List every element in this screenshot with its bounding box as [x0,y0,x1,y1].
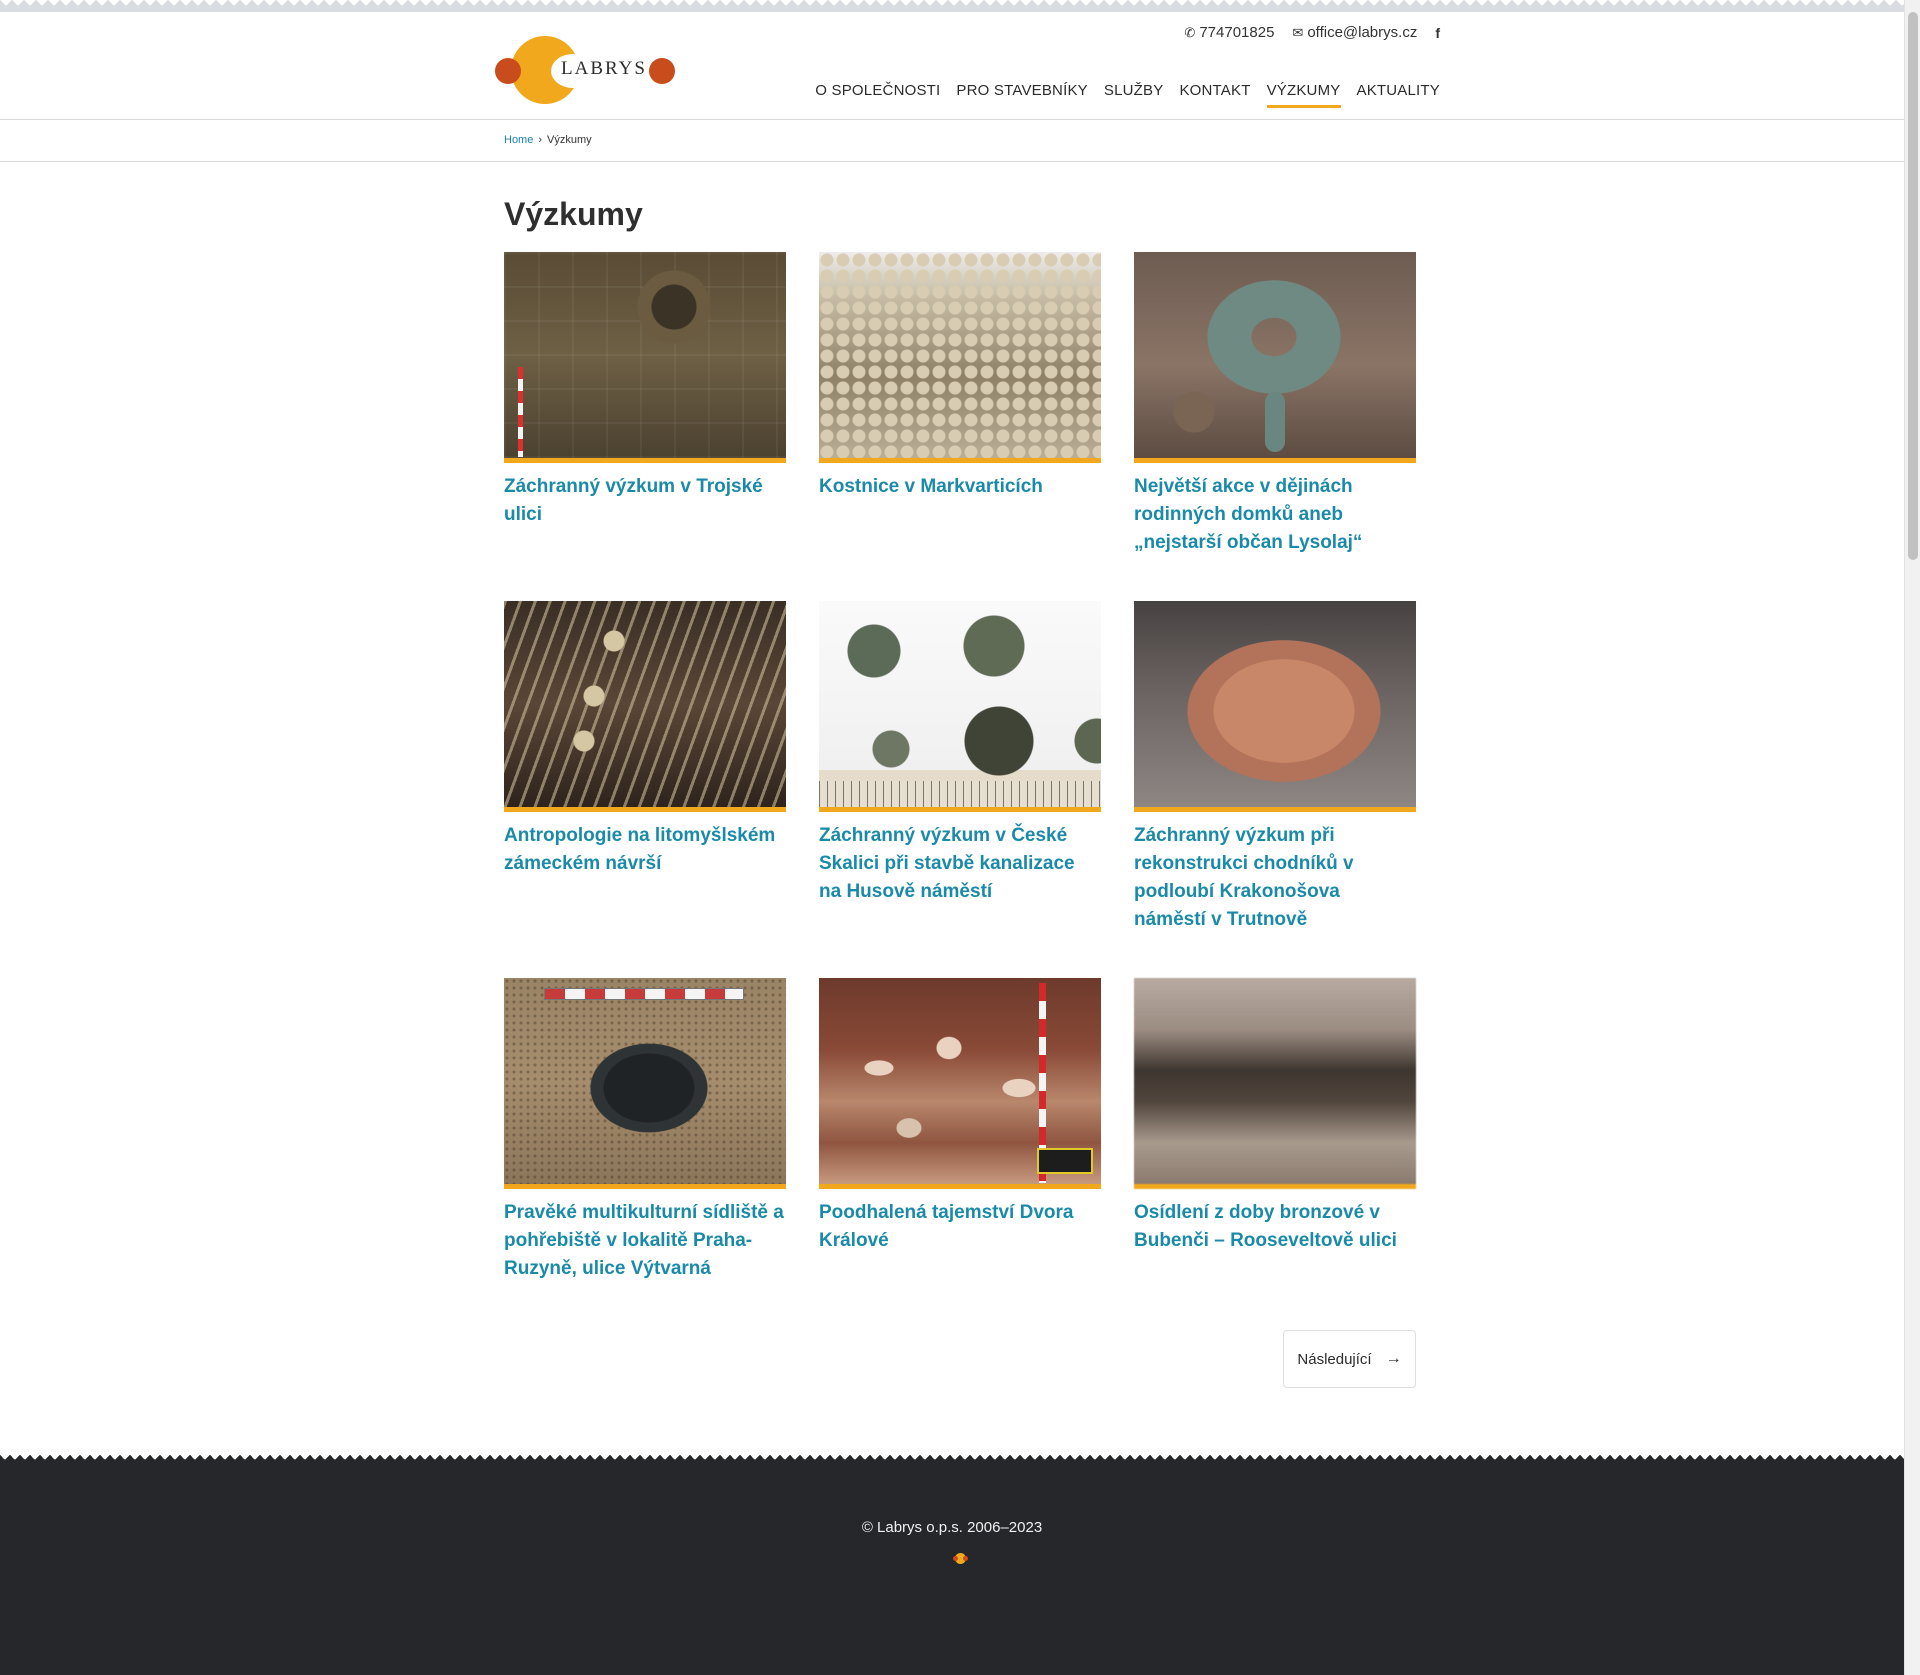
article-title[interactable]: Záchranný výzkum v Trojské ulici [504,473,786,529]
article-title[interactable]: Poodhalená tajemství Dvora Králové [819,1199,1101,1255]
article-card[interactable]: Poodhalená tajemství Dvora Králové [819,978,1101,1326]
article-title[interactable]: Antropologie na litomyšlském zámeckém ná… [504,822,786,878]
article-card[interactable]: Osídlení z doby bronzové v Bubenči – Roo… [1134,978,1416,1326]
page-scrollbar[interactable] [1904,0,1920,1675]
nav-item-pro-stavebniky[interactable]: PRO STAVEBNÍKY [956,82,1087,108]
site-footer: © Labrys o.p.s. 2006–2023 [0,1455,1904,1675]
breadcrumb-bar: Home › Výzkumy [0,120,1904,162]
breadcrumb-home-link[interactable]: Home [504,134,533,146]
site-logo[interactable]: LABRYS [495,36,675,106]
envelope-icon: ✉ [1292,24,1304,40]
main-navigation: O SPOLEČNOSTI PRO STAVEBNÍKY SLUŽBY KONT… [815,82,1440,108]
article-thumbnail[interactable] [1134,978,1416,1189]
nav-item-o-spolecnosti[interactable]: O SPOLEČNOSTI [815,82,940,108]
site-header: LABRYS ✆ 774701825 ✉ office@labrys.cz f … [0,0,1904,120]
email-address: office@labrys.cz [1307,24,1418,41]
phone-link[interactable]: ✆ 774701825 [1184,24,1274,41]
article-card[interactable]: Největší akce v dějinách rodinných domků… [1134,252,1416,601]
logo-wordmark: LABRYS [561,58,647,79]
article-thumbnail[interactable] [504,252,786,463]
article-card[interactable]: Antropologie na litomyšlském zámeckém ná… [504,601,786,978]
page-title: Výzkumy [504,196,643,232]
article-title[interactable]: Záchranný výzkum v České Skalici při sta… [819,822,1101,906]
articles-grid: Záchranný výzkum v Trojské ulici Kostnic… [504,252,1416,1326]
article-thumbnail[interactable] [1134,601,1416,812]
page: LABRYS ✆ 774701825 ✉ office@labrys.cz f … [0,0,1904,1446]
article-card[interactable]: Pravěké multikulturní sídliště a pohřebi… [504,978,786,1326]
article-thumbnail[interactable] [1134,252,1416,463]
main-content: Výzkumy Záchranný výzkum v Trojské ulici… [0,194,1904,1446]
footer-logo-icon [953,1553,968,1567]
phone-icon: ✆ [1184,24,1196,40]
article-thumbnail[interactable] [819,601,1101,812]
article-title[interactable]: Záchranný výzkum při rekonstrukci chodní… [1134,822,1416,934]
facebook-icon[interactable]: f [1435,25,1440,41]
article-card[interactable]: Záchranný výzkum v Trojské ulici [504,252,786,601]
article-thumbnail[interactable] [819,978,1101,1189]
scrollbar-thumb[interactable] [1908,12,1918,560]
nav-item-sluzby[interactable]: SLUŽBY [1104,82,1164,108]
nav-item-vyzkumy[interactable]: VÝZKUMY [1266,82,1341,108]
article-title[interactable]: Pravěké multikulturní sídliště a pohřebi… [504,1199,786,1283]
pagination: Následující → [504,1326,1416,1446]
footer-zigzag-edge [0,1455,1904,1465]
nav-item-kontakt[interactable]: KONTAKT [1179,82,1250,108]
header-contacts: ✆ 774701825 ✉ office@labrys.cz f [1184,24,1440,41]
article-card[interactable]: Záchranný výzkum při rekonstrukci chodní… [1134,601,1416,978]
phone-number: 774701825 [1199,24,1275,41]
article-card[interactable]: Kostnice v Markvarticích [819,252,1101,601]
nav-item-aktuality[interactable]: AKTUALITY [1357,82,1441,108]
article-thumbnail[interactable] [504,978,786,1189]
article-title[interactable]: Kostnice v Markvarticích [819,473,1101,501]
next-page-button[interactable]: Následující → [1283,1330,1416,1388]
article-title[interactable]: Největší akce v dějinách rodinných domků… [1134,473,1416,557]
logo-left-dot [495,58,521,84]
article-thumbnail[interactable] [819,252,1101,463]
article-card[interactable]: Záchranný výzkum v České Skalici při sta… [819,601,1101,978]
logo-right-dot [649,58,675,84]
breadcrumb: Home › Výzkumy [504,134,592,146]
breadcrumb-current: Výzkumy [547,134,592,146]
arrow-right-icon: → [1385,1350,1402,1367]
next-page-label: Následující [1297,1350,1372,1368]
breadcrumb-separator-icon: › [538,134,543,146]
article-title[interactable]: Osídlení z doby bronzové v Bubenči – Roo… [1134,1199,1416,1255]
footer-copyright: © Labrys o.p.s. 2006–2023 [861,1519,1043,1536]
article-thumbnail[interactable] [504,601,786,812]
email-link[interactable]: ✉ office@labrys.cz [1292,24,1417,41]
